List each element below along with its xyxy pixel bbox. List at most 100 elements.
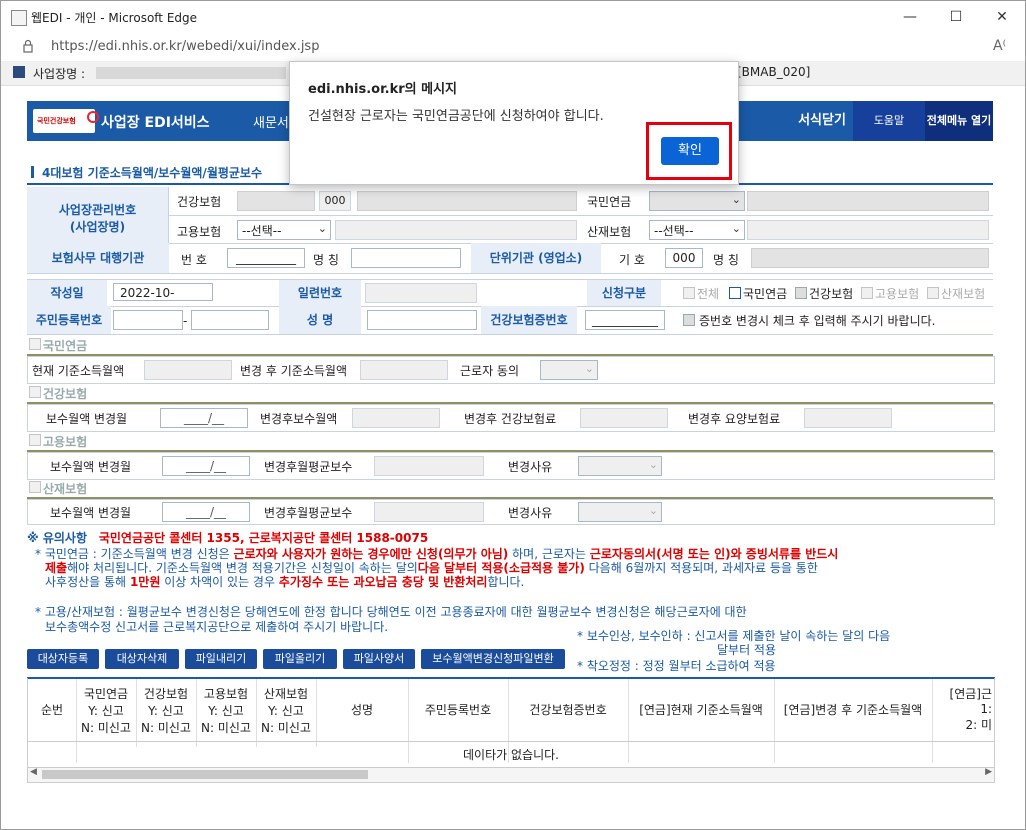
written-date-input[interactable]: 2022-10- bbox=[113, 283, 213, 301]
pension-current-input[interactable] bbox=[144, 360, 232, 380]
pension-name-input[interactable] bbox=[747, 191, 989, 211]
health-label: 건강보험 bbox=[177, 195, 222, 209]
industrial-after-avg-input[interactable] bbox=[374, 502, 484, 522]
health-after-pay-input[interactable] bbox=[352, 408, 440, 428]
unit-name-label: 명 칭 bbox=[713, 253, 739, 267]
pension-select[interactable]: ⌄ bbox=[649, 191, 745, 211]
health-card-input[interactable]: ___________ bbox=[585, 310, 665, 330]
dialog-title: edi.nhis.or.kr의 메시지 bbox=[308, 82, 458, 97]
pension-row: 현재 기준소득월액 변경 후 기준소득월액 근로자 동의 ⌄ bbox=[27, 356, 995, 384]
notice-correction: * 착오정정 : 정정 월부터 소급하여 적용 bbox=[577, 659, 776, 673]
health-code-input[interactable]: 000 bbox=[319, 191, 351, 211]
read-aloud-icon[interactable]: A⁽ bbox=[993, 38, 1006, 54]
agency-name-input[interactable] bbox=[351, 248, 461, 268]
pension-after-input[interactable] bbox=[360, 360, 448, 380]
industrial-select[interactable]: --선택-- ⌄ bbox=[649, 220, 745, 240]
grid-empty-message: 데이타가 없습니다. bbox=[28, 741, 994, 769]
employ-change-month-input[interactable]: ____/__ bbox=[162, 456, 250, 476]
health-change-month-input[interactable]: ____/__ bbox=[160, 408, 248, 428]
employ-reason-label: 변경사유 bbox=[508, 460, 553, 474]
scroll-thumb[interactable] bbox=[42, 770, 368, 779]
industrial-change-month-input[interactable]: ____/__ bbox=[162, 502, 250, 522]
industrial-row: 보수월액 변경월 ____/__ 변경후월평균보수 변경사유 ⌄ bbox=[27, 499, 995, 525]
employ-change-month-label: 보수월액 변경월 bbox=[50, 460, 132, 474]
delete-target-button[interactable]: 대상자삭제 bbox=[105, 649, 179, 669]
employ-section-title: 고용보험 bbox=[43, 435, 88, 449]
service-title: 사업장 EDI서비스 bbox=[101, 115, 210, 131]
health-after-pay-label: 변경후보수월액 bbox=[260, 412, 338, 426]
req-health-checkbox[interactable] bbox=[795, 287, 807, 299]
unit-name-input[interactable] bbox=[751, 248, 989, 268]
url-text[interactable]: https://edi.nhis.or.kr/webedi/xui/index.… bbox=[51, 39, 319, 54]
agency-number-input[interactable]: __________ bbox=[227, 248, 305, 268]
lock-icon bbox=[23, 39, 33, 53]
menu-new-document[interactable]: 새문서 bbox=[253, 112, 289, 131]
grid-header-pension-consent[interactable]: [연금]근 1: 2: 미 bbox=[932, 679, 992, 747]
req-pension-label: 국민연금 bbox=[743, 287, 788, 301]
grid-header-industrial[interactable]: 산재보험 Y: 신고 N: 미신고 bbox=[256, 679, 317, 747]
industrial-reason-select[interactable]: ⌄ bbox=[578, 502, 662, 522]
maximize-button[interactable]: ☐ bbox=[933, 1, 979, 33]
employ-name-input[interactable] bbox=[335, 220, 577, 240]
employ-section-header: 고용보험 bbox=[27, 431, 993, 449]
industrial-name-input[interactable] bbox=[747, 220, 989, 240]
req-employ-checkbox[interactable] bbox=[861, 287, 873, 299]
employ-after-avg-input[interactable] bbox=[374, 456, 484, 476]
screen-code: [BMAB_020] bbox=[737, 65, 811, 79]
ok-button[interactable]: 확인 bbox=[661, 137, 719, 165]
pension-label: 국민연금 bbox=[587, 195, 632, 209]
notice-pension-line-3: 사후정산을 통해 1만원 이상 차액이 있는 경우 추가징수 또는 과오납금 충… bbox=[45, 575, 525, 589]
health-after-care-label: 변경후 요양보험료 bbox=[688, 412, 781, 426]
notice-callcenter: 국민연금공단 콜센터 1355, 근로복지공단 콜센터 1588-0075 bbox=[98, 531, 429, 545]
form-row-employ: 고용보험 --선택-- ⌄ 산재보험 --선택-- ⌄ bbox=[27, 215, 993, 244]
grid-header-pension[interactable]: 국민연금 Y: 신고 N: 미신고 bbox=[76, 679, 137, 747]
register-target-button[interactable]: 대상자등록 bbox=[27, 649, 99, 669]
scroll-left-icon[interactable]: ◀ bbox=[30, 767, 37, 777]
minimize-button[interactable]: — bbox=[887, 1, 933, 33]
pension-after-label: 변경 후 기준소득월액 bbox=[240, 364, 347, 378]
person-name-input[interactable] bbox=[367, 310, 477, 330]
browser-window: 웹EDI - 개인 - Microsoft Edge — ☐ ✕ https:/… bbox=[0, 0, 1026, 830]
req-health-label: 건강보험 bbox=[809, 287, 854, 301]
grid-header-health[interactable]: 건강보험 Y: 신고 N: 미신고 bbox=[136, 679, 197, 747]
unit-sign-input[interactable]: 000 bbox=[665, 248, 703, 268]
form-row-health: 사업장관리번호 (사업장명) 건강보험 000 국민연금 ⌄ bbox=[27, 187, 993, 243]
employ-select[interactable]: --선택-- ⌄ bbox=[237, 220, 331, 240]
upload-file-button[interactable]: 파일올리기 bbox=[263, 649, 337, 669]
file-spec-button[interactable]: 파일사양서 bbox=[343, 649, 415, 669]
business-name-redacted bbox=[96, 67, 286, 79]
req-pension-checkbox[interactable] bbox=[729, 287, 741, 299]
health-after-premium-input[interactable] bbox=[580, 408, 668, 428]
grid-header-employ[interactable]: 고용보험 Y: 신고 N: 미신고 bbox=[196, 679, 257, 747]
all-menu-button[interactable]: 전체메뉴 열기 bbox=[925, 101, 993, 141]
pension-section-checkbox[interactable] bbox=[29, 338, 41, 350]
health-section-checkbox[interactable] bbox=[29, 386, 41, 398]
card-change-checkbox[interactable] bbox=[683, 314, 695, 326]
rrn-back-input[interactable] bbox=[191, 310, 269, 330]
service-logo[interactable]: 국민건강보험 사업장 EDI서비스 bbox=[29, 104, 215, 138]
pension-consent-label: 근로자 동의 bbox=[460, 364, 520, 378]
scroll-right-icon[interactable]: ▶ bbox=[985, 767, 992, 777]
health-section-title: 건강보험 bbox=[43, 387, 88, 401]
health-after-care-input[interactable] bbox=[804, 408, 892, 428]
industrial-section-header: 산재보험 bbox=[27, 478, 993, 496]
form-row-date: 작성일 2022-10- 일련번호 신청구분 전체 국민연금 건강보험 고용보험… bbox=[27, 279, 993, 307]
serial-input[interactable] bbox=[365, 283, 477, 303]
unit-sign-label: 기 호 bbox=[619, 253, 645, 267]
convert-file-button[interactable]: 보수월액변경신청파일변환 bbox=[421, 649, 565, 669]
employ-reason-select[interactable]: ⌄ bbox=[578, 456, 662, 476]
industrial-section-checkbox[interactable] bbox=[29, 481, 41, 493]
rrn-front-input[interactable] bbox=[113, 310, 183, 330]
req-all-checkbox[interactable] bbox=[683, 287, 695, 299]
help-button[interactable]: 도움말 bbox=[853, 101, 925, 141]
pension-consent-select[interactable]: ⌄ bbox=[540, 360, 598, 380]
employ-section-checkbox[interactable] bbox=[29, 434, 41, 446]
req-industrial-checkbox[interactable] bbox=[927, 287, 939, 299]
grid-horizontal-scrollbar[interactable]: ◀ ▶ bbox=[27, 767, 995, 783]
notice-title: ※ 유의사항 bbox=[27, 531, 88, 545]
health-biz-name-input[interactable] bbox=[357, 191, 577, 211]
health-biz-number-input[interactable] bbox=[237, 191, 315, 211]
download-file-button[interactable]: 파일내리기 bbox=[185, 649, 257, 669]
rrn-label: 주민등록번호 bbox=[27, 306, 111, 334]
close-button[interactable]: ✕ bbox=[979, 1, 1025, 33]
